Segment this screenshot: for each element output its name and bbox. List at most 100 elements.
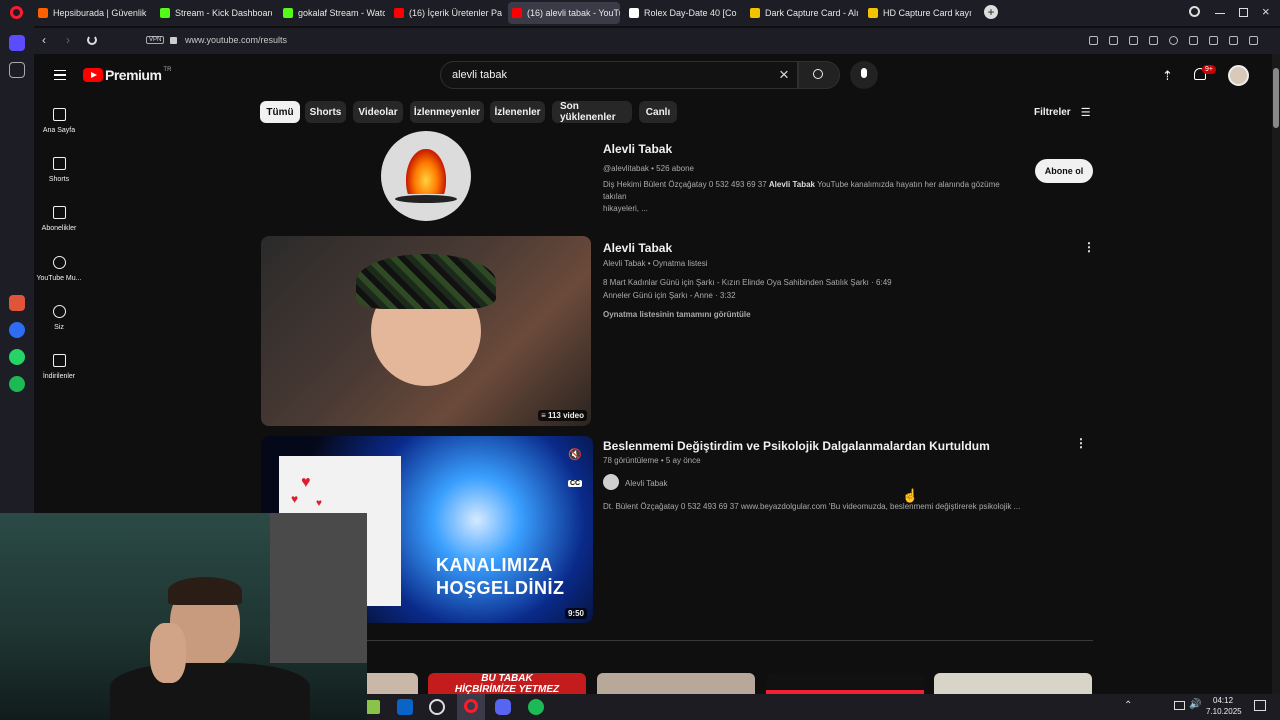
browser-tab[interactable]: gokalaf Stream - Watch L [279, 2, 385, 24]
sidebar-star-icon[interactable] [9, 62, 25, 78]
vpn-badge[interactable]: VPN [146, 36, 165, 44]
youtube-logo[interactable]: Premium TR [83, 67, 171, 83]
reload-icon[interactable] [87, 35, 97, 45]
playlist-item-1[interactable]: 8 Mart Kadınlar Günü için Şarkı - Kızın … [603, 278, 892, 287]
forward-icon[interactable]: › [66, 33, 70, 47]
browser-tab[interactable]: (16) İçerik Üretenler Paran [390, 2, 502, 24]
playlist-thumbnail[interactable]: ≡ 113 video [261, 236, 591, 426]
mute-icon[interactable]: 🔇 [568, 448, 582, 461]
clock-time[interactable]: 04:12 [1213, 696, 1233, 705]
search-input[interactable]: alevli tabak [452, 69, 507, 81]
guide-item[interactable]: YouTube Mu... [34, 256, 84, 282]
notification-center-icon[interactable] [1254, 700, 1266, 711]
playlist-channel[interactable]: Alevli Tabak [603, 259, 646, 268]
opera-taskbar-icon[interactable] [457, 694, 485, 720]
shorts-thumbnail[interactable]: BU TABAK HİÇBİRİMİZE YETMEZ [428, 673, 586, 694]
filters-label: Filtreler [1034, 107, 1071, 118]
captions-icon[interactable]: CC [568, 480, 583, 487]
scrollbar-thumb[interactable] [1273, 68, 1279, 128]
minimize-button[interactable] [1215, 13, 1225, 14]
upload-icon[interactable]: ⇡ [1162, 68, 1173, 84]
guide-item[interactable]: İndirilenler [34, 354, 84, 380]
microphone-icon [861, 68, 867, 78]
view-full-playlist-link[interactable]: Oynatma listesinin tamamını görüntüle [603, 310, 751, 319]
playlist-icon: ≡ [541, 411, 546, 420]
url-text[interactable]: www.youtube.com/results [185, 35, 287, 45]
filter-chip[interactable]: Shorts [305, 101, 346, 123]
avatar[interactable] [1228, 65, 1249, 86]
channel-avatar[interactable] [381, 131, 471, 221]
playlist-title[interactable]: Alevli Tabak [603, 241, 672, 255]
menu-lines-icon[interactable] [1209, 36, 1218, 45]
menu-icon[interactable] [54, 70, 66, 80]
play-icon[interactable] [1149, 36, 1158, 45]
tray-network-icon[interactable] [1174, 701, 1185, 710]
filter-chip[interactable]: İzlenenler [490, 101, 545, 123]
tab-favicon-icon [750, 8, 760, 18]
shorts-thumbnail[interactable] [597, 673, 755, 694]
channel-name[interactable]: Alevli Tabak [603, 142, 672, 156]
browser-tab[interactable]: Dark Capture Card - Alışv [746, 2, 858, 24]
tray-volume-icon[interactable]: 🔊 [1189, 699, 1201, 710]
camera-icon[interactable] [1109, 36, 1118, 45]
clock-date[interactable]: 7.10.2025 [1206, 707, 1242, 716]
filter-chip[interactable]: Canlı [639, 101, 677, 123]
tray-chevron-icon[interactable]: ⌃ [1124, 700, 1132, 711]
subscribe-button[interactable]: Abone ol [1035, 159, 1093, 183]
filters-button[interactable]: Filtreler ☰ [1034, 106, 1091, 119]
sidebar-whatsapp-icon[interactable] [9, 349, 25, 365]
edit-icon[interactable] [1089, 36, 1098, 45]
browser-tab[interactable]: Hepsiburada | Güvenlik [34, 2, 150, 24]
guide-item[interactable]: Shorts [34, 157, 84, 183]
guide-item[interactable]: Siz [34, 305, 84, 331]
profile-icon[interactable] [1229, 36, 1238, 45]
obs-icon[interactable] [429, 699, 445, 715]
restore-button[interactable] [1239, 8, 1248, 17]
more-actions-icon[interactable]: ⋮ [1083, 240, 1095, 254]
new-tab-button[interactable]: + [984, 5, 998, 19]
webcam-door [270, 513, 367, 663]
discord-icon[interactable] [495, 699, 511, 715]
you-icon [52, 305, 66, 318]
sidebar-aria-icon[interactable] [9, 295, 25, 311]
page-scrollbar[interactable] [1272, 54, 1280, 694]
playlist-item-2[interactable]: Anneler Günü için Şarkı - Anne · 3:32 [603, 291, 736, 300]
filter-chip[interactable]: İzlenmeyenler [410, 101, 484, 123]
video-views: 78 görüntüleme [603, 456, 659, 465]
guide-item[interactable]: Ana Sayfa [34, 108, 84, 134]
more-actions-icon[interactable]: ⋮ [1075, 436, 1087, 450]
search-button[interactable] [798, 61, 840, 89]
sidebar-spotify-icon[interactable] [9, 376, 25, 392]
filter-chip[interactable]: Son yüklenenler [552, 101, 632, 123]
video-channel-name[interactable]: Alevli Tabak [625, 479, 668, 488]
sidebar-messenger-icon[interactable] [9, 322, 25, 338]
shorts-thumbnail[interactable] [766, 673, 924, 694]
sidebar-home-icon[interactable] [9, 35, 25, 51]
clear-search-icon[interactable]: × [779, 65, 789, 85]
taskbar-app-icon[interactable] [366, 700, 380, 714]
video-description: Dt. Bülent Özçağatay 0 532 493 69 37 www… [603, 502, 1021, 511]
back-icon[interactable]: ‹ [42, 33, 46, 47]
video-title[interactable]: Beslenmemi Değiştirdim ve Psikolojik Dal… [603, 439, 990, 453]
cube-icon[interactable] [1249, 36, 1258, 45]
browser-tab[interactable]: (16) alevli tabak - YouTub [508, 2, 620, 24]
guide-item[interactable]: Abonelikler [34, 206, 84, 232]
filter-chip[interactable]: Tümü [260, 101, 300, 123]
close-window-button[interactable]: × [1262, 4, 1270, 19]
voice-search-button[interactable] [850, 61, 878, 89]
filter-chip[interactable]: Videolar [353, 101, 403, 123]
opera-logo-icon[interactable] [10, 6, 23, 19]
browser-tab[interactable]: Rolex Day-Date 40 [Comp [625, 2, 737, 24]
outlook-icon[interactable] [397, 699, 413, 715]
thumb-text-line1: KANALIMIZA [436, 555, 553, 575]
shorts-thumbnail[interactable] [934, 673, 1092, 694]
search-box[interactable]: alevli tabak × [440, 61, 798, 89]
heart-icon[interactable] [1169, 36, 1178, 45]
spotify-taskbar-icon[interactable] [528, 699, 544, 715]
shield-icon[interactable] [1129, 36, 1138, 45]
browser-tab[interactable]: HD Capture Card kayıt ka [864, 2, 972, 24]
download-icon[interactable] [1189, 36, 1198, 45]
tab-search-icon[interactable] [1189, 6, 1200, 17]
browser-tab[interactable]: Stream - Kick Dashboard [156, 2, 272, 24]
video-channel-avatar[interactable] [603, 474, 619, 490]
